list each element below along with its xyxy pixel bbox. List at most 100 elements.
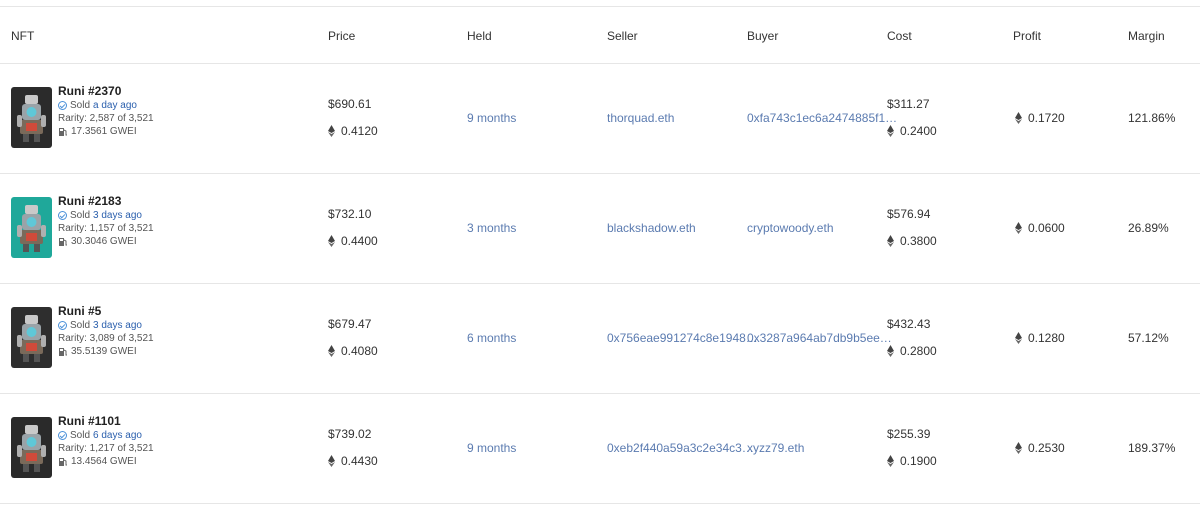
- nft-info: Runi #1101 Sold 6 days ago Rarity: 1,217…: [58, 414, 154, 467]
- header-price[interactable]: Price: [328, 29, 355, 43]
- gas-info: 30.3046 GWEI: [58, 236, 154, 247]
- header-nft[interactable]: NFT: [11, 29, 34, 43]
- ethereum-icon: [328, 455, 335, 467]
- seller-link[interactable]: 0xeb2f440a59a3c2e34c3…: [607, 441, 754, 455]
- seller-link[interactable]: 0x756eae991274c8e1948…: [607, 331, 758, 345]
- held-duration: 3 months: [467, 221, 517, 235]
- table-header: NFT Price Held Seller Buyer Cost Profit …: [0, 6, 1200, 64]
- nft-thumbnail[interactable]: [11, 307, 52, 368]
- sold-status: Sold a day ago: [58, 100, 154, 111]
- nft-thumbnail[interactable]: [11, 417, 52, 478]
- profit-eth: 0.0600: [1015, 221, 1065, 235]
- profit-eth: 0.1720: [1015, 111, 1065, 125]
- table-row[interactable]: Runi #2370 Sold a day ago Rarity: 2,587 …: [0, 64, 1200, 174]
- check-circle-icon: [58, 101, 67, 110]
- gas-info: 13.4564 GWEI: [58, 456, 154, 467]
- table-row[interactable]: Runi #2183 Sold 3 days ago Rarity: 1,157…: [0, 174, 1200, 284]
- sold-status: Sold 6 days ago: [58, 430, 154, 441]
- gas-pump-icon: [59, 237, 67, 246]
- header-seller[interactable]: Seller: [607, 29, 638, 43]
- held-duration: 9 months: [467, 111, 517, 125]
- profit-eth-value: 0.0600: [1028, 221, 1065, 235]
- ethereum-icon: [328, 235, 335, 247]
- margin-value: 26.89%: [1128, 221, 1169, 235]
- buyer-link[interactable]: 0xfa743c1ec6a2474885f1…: [747, 111, 897, 125]
- cost-eth: 0.1900: [887, 454, 937, 468]
- profit-eth: 0.2530: [1015, 441, 1065, 455]
- price-usd: $732.10: [328, 207, 372, 221]
- nft-name[interactable]: Runi #5: [58, 304, 154, 318]
- header-held[interactable]: Held: [467, 29, 492, 43]
- header-buyer[interactable]: Buyer: [747, 29, 778, 43]
- ethereum-icon: [887, 345, 894, 357]
- table-row[interactable]: Runi #1101 Sold 6 days ago Rarity: 1,217…: [0, 394, 1200, 504]
- nft-thumbnail[interactable]: [11, 197, 52, 258]
- seller-link[interactable]: blackshadow.eth: [607, 221, 696, 235]
- rarity: Rarity: 2,587 of 3,521: [58, 113, 154, 124]
- seller-link[interactable]: thorquad.eth: [607, 111, 674, 125]
- cost-eth-value: 0.2400: [900, 124, 937, 138]
- sold-time-link[interactable]: a day ago: [93, 100, 137, 111]
- nft-info: Runi #2183 Sold 3 days ago Rarity: 1,157…: [58, 194, 154, 247]
- ethereum-icon: [1015, 222, 1022, 234]
- price-eth: 0.4080: [328, 344, 378, 358]
- cost-eth: 0.3800: [887, 234, 937, 248]
- nft-info: Runi #5 Sold 3 days ago Rarity: 3,089 of…: [58, 304, 154, 357]
- header-profit[interactable]: Profit: [1013, 29, 1041, 43]
- buyer-link[interactable]: xyzz79.eth: [747, 441, 804, 455]
- ethereum-icon: [1015, 442, 1022, 454]
- buyer-link[interactable]: cryptowoody.eth: [747, 221, 834, 235]
- sold-time-link[interactable]: 3 days ago: [93, 320, 142, 331]
- sold-time-link[interactable]: 6 days ago: [93, 430, 142, 441]
- sold-label: Sold: [70, 210, 91, 221]
- header-margin[interactable]: Margin: [1128, 29, 1165, 43]
- header-cost[interactable]: Cost: [887, 29, 912, 43]
- buyer-link[interactable]: 0x3287a964ab7db9b5ee…: [747, 331, 892, 345]
- check-circle-icon: [58, 211, 67, 220]
- nft-name[interactable]: Runi #1101: [58, 414, 154, 428]
- gas-value: 13.4564 GWEI: [71, 456, 137, 467]
- runi-avatar-icon: [11, 307, 52, 368]
- runi-avatar-icon: [11, 87, 52, 148]
- cost-eth-value: 0.2800: [900, 344, 937, 358]
- rarity: Rarity: 1,157 of 3,521: [58, 223, 154, 234]
- nft-thumbnail[interactable]: [11, 87, 52, 148]
- cost-eth-value: 0.3800: [900, 234, 937, 248]
- nft-name[interactable]: Runi #2183: [58, 194, 154, 208]
- price-eth-value: 0.4400: [341, 234, 378, 248]
- profit-eth-value: 0.2530: [1028, 441, 1065, 455]
- ethereum-icon: [887, 125, 894, 137]
- runi-avatar-icon: [11, 197, 52, 258]
- price-usd: $679.47: [328, 317, 372, 331]
- price-usd: $690.61: [328, 97, 372, 111]
- check-circle-icon: [58, 321, 67, 330]
- sold-status: Sold 3 days ago: [58, 320, 154, 331]
- held-duration: 6 months: [467, 331, 517, 345]
- ethereum-icon: [328, 345, 335, 357]
- check-circle-icon: [58, 431, 67, 440]
- gas-pump-icon: [59, 457, 67, 466]
- table-row[interactable]: Runi #5 Sold 3 days ago Rarity: 3,089 of…: [0, 284, 1200, 394]
- price-eth: 0.4400: [328, 234, 378, 248]
- ethereum-icon: [887, 235, 894, 247]
- sold-label: Sold: [70, 320, 91, 331]
- price-eth: 0.4430: [328, 454, 378, 468]
- cost-usd: $432.43: [887, 317, 931, 331]
- cost-usd: $576.94: [887, 207, 931, 221]
- cost-usd: $255.39: [887, 427, 931, 441]
- rarity: Rarity: 1,217 of 3,521: [58, 443, 154, 454]
- price-usd: $739.02: [328, 427, 372, 441]
- sold-label: Sold: [70, 430, 91, 441]
- ethereum-icon: [328, 125, 335, 137]
- nft-name[interactable]: Runi #2370: [58, 84, 154, 98]
- cost-eth-value: 0.1900: [900, 454, 937, 468]
- price-eth-value: 0.4120: [341, 124, 378, 138]
- margin-value: 57.12%: [1128, 331, 1169, 345]
- sold-time-link[interactable]: 3 days ago: [93, 210, 142, 221]
- profit-eth-value: 0.1280: [1028, 331, 1065, 345]
- gas-info: 17.3561 GWEI: [58, 126, 154, 137]
- price-eth: 0.4120: [328, 124, 378, 138]
- gas-info: 35.5139 GWEI: [58, 346, 154, 357]
- profit-eth: 0.1280: [1015, 331, 1065, 345]
- price-eth-value: 0.4080: [341, 344, 378, 358]
